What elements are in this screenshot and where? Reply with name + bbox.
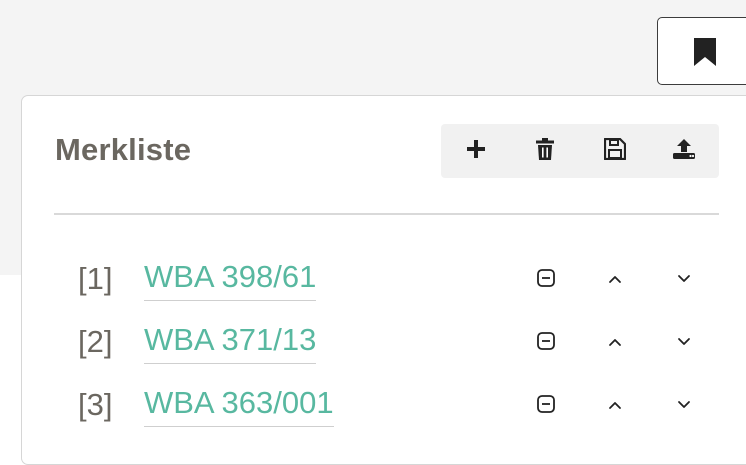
watchlist-panel: Merkliste [1] WBA 398/61 [2] WBA 371/13 … xyxy=(21,95,746,465)
remove-item-button[interactable] xyxy=(530,390,562,422)
move-up-button[interactable] xyxy=(599,264,631,296)
chevron-down-icon xyxy=(677,397,691,415)
item-link[interactable]: WBA 371/13 xyxy=(144,321,317,364)
minus-square-icon xyxy=(537,268,555,292)
item-index: [1] xyxy=(78,261,113,296)
add-button[interactable] xyxy=(441,124,511,178)
item-link[interactable]: WBA 363/001 xyxy=(144,384,334,427)
item-link[interactable]: WBA 398/61 xyxy=(144,258,317,301)
panel-title: Merkliste xyxy=(55,132,192,167)
list-item: [2] WBA 371/13 xyxy=(22,319,746,367)
watchlist-toolbar xyxy=(441,124,719,178)
chevron-up-icon xyxy=(608,271,622,289)
list-item: [1] WBA 398/61 xyxy=(22,256,746,304)
move-down-button[interactable] xyxy=(668,264,700,296)
minus-square-icon xyxy=(537,394,555,418)
delete-list-button[interactable] xyxy=(511,124,581,178)
move-up-button[interactable] xyxy=(599,390,631,422)
move-up-button[interactable] xyxy=(599,327,631,359)
save-button[interactable] xyxy=(580,124,650,178)
move-down-button[interactable] xyxy=(668,327,700,359)
minus-square-icon xyxy=(537,331,555,355)
chevron-up-icon xyxy=(608,334,622,352)
plus-icon xyxy=(466,139,486,164)
remove-item-button[interactable] xyxy=(530,264,562,296)
item-index: [3] xyxy=(78,387,113,422)
list-item: [3] WBA 363/001 xyxy=(22,382,746,430)
chevron-up-icon xyxy=(608,397,622,415)
bookmark-icon xyxy=(693,37,717,72)
move-down-button[interactable] xyxy=(668,390,700,422)
panel-divider xyxy=(54,213,719,215)
upload-icon xyxy=(672,138,696,165)
trash-icon xyxy=(536,137,555,165)
export-button[interactable] xyxy=(650,124,720,178)
chevron-down-icon xyxy=(677,271,691,289)
item-index: [2] xyxy=(78,324,113,359)
chevron-down-icon xyxy=(677,334,691,352)
save-icon xyxy=(603,137,626,165)
bookmark-list-toggle-button[interactable] xyxy=(657,17,746,85)
remove-item-button[interactable] xyxy=(530,327,562,359)
